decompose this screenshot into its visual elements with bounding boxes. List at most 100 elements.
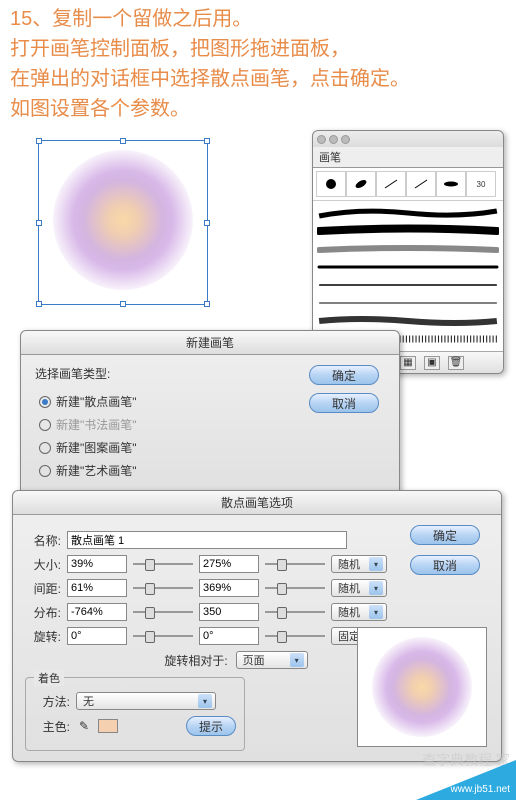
- chevron-down-icon: ▾: [290, 653, 304, 667]
- cancel-button[interactable]: 取消: [309, 393, 379, 413]
- brush-stroke-preview[interactable]: [317, 241, 499, 257]
- brush-preview: [357, 627, 487, 747]
- size-max-slider[interactable]: [265, 557, 325, 571]
- size-label: 大小:: [25, 556, 61, 573]
- resize-handle[interactable]: [36, 301, 42, 307]
- scatter-brush-options-dialog: 散点画笔选项 名称: 大小: 随机▾ 间距: 随机▾: [12, 490, 502, 762]
- brush-thumb[interactable]: [376, 171, 406, 197]
- radio-icon: [39, 442, 51, 454]
- spacing-label: 间距:: [25, 580, 61, 597]
- scatter-label: 分布:: [25, 604, 61, 621]
- chevron-down-icon: ▾: [198, 694, 212, 708]
- scatter-min-slider[interactable]: [133, 605, 193, 619]
- zoom-icon[interactable]: [341, 135, 350, 144]
- spacing-max-slider[interactable]: [265, 581, 325, 595]
- size-max-input[interactable]: [199, 555, 259, 573]
- brush-stroke-list: [313, 201, 503, 351]
- resize-handle[interactable]: [204, 138, 210, 144]
- tutorial-instructions: 15、复制一个留做之后用。 打开画笔控制面板，把图形拖进面板， 在弹出的对话框中…: [0, 0, 516, 132]
- rotation-max-input[interactable]: [199, 627, 259, 645]
- panel-titlebar[interactable]: [313, 131, 503, 147]
- new-brush-icon[interactable]: ▣: [424, 356, 440, 370]
- resize-handle[interactable]: [204, 220, 210, 226]
- canvas-artwork[interactable]: [38, 140, 218, 320]
- brush-stroke-preview[interactable]: [317, 223, 499, 239]
- new-brush-icon[interactable]: ▦: [400, 356, 416, 370]
- watermark: 查字典教程 家 www.jb51.net: [396, 750, 516, 800]
- size-min-input[interactable]: [67, 555, 127, 573]
- brush-stroke-preview[interactable]: [317, 295, 499, 311]
- spacing-min-slider[interactable]: [133, 581, 193, 595]
- ok-button[interactable]: 确定: [410, 525, 480, 545]
- brush-thumb[interactable]: 30: [466, 171, 496, 197]
- eyedropper-icon[interactable]: ✎: [76, 719, 92, 733]
- minimize-icon[interactable]: [329, 135, 338, 144]
- rotation-min-slider[interactable]: [133, 629, 193, 643]
- brush-stroke-preview[interactable]: [317, 277, 499, 293]
- instruction-line: 15、复制一个留做之后用。: [10, 4, 506, 34]
- key-color-label: 主色:: [34, 718, 70, 735]
- chevron-down-icon: ▾: [369, 581, 383, 595]
- rotation-relative-select[interactable]: 页面▾: [236, 651, 308, 669]
- instruction-line: 如图设置各个参数。: [10, 94, 506, 124]
- radio-group-label: 选择画笔类型:: [31, 365, 299, 386]
- spacing-max-input[interactable]: [199, 579, 259, 597]
- resize-handle[interactable]: [36, 220, 42, 226]
- resize-handle[interactable]: [204, 301, 210, 307]
- scatter-max-slider[interactable]: [265, 605, 325, 619]
- brush-stroke-preview[interactable]: [317, 259, 499, 275]
- dialog-title: 新建画笔: [21, 331, 399, 355]
- chevron-down-icon: ▾: [369, 557, 383, 571]
- rotation-min-input[interactable]: [67, 627, 127, 645]
- scatter-max-input[interactable]: [199, 603, 259, 621]
- radio-pattern-brush[interactable]: 新建"图案画笔": [31, 436, 299, 459]
- method-select[interactable]: 无▾: [76, 692, 216, 710]
- close-icon[interactable]: [317, 135, 326, 144]
- spacing-mode-select[interactable]: 随机▾: [331, 579, 387, 597]
- size-mode-select[interactable]: 随机▾: [331, 555, 387, 573]
- tips-button[interactable]: 提示: [186, 716, 236, 736]
- preview-blob: [372, 637, 472, 737]
- brush-stroke-preview[interactable]: [317, 313, 499, 329]
- name-input[interactable]: [67, 531, 347, 549]
- cancel-button[interactable]: 取消: [410, 555, 480, 575]
- dialog-title: 散点画笔选项: [13, 491, 501, 515]
- brush-thumb[interactable]: [316, 171, 346, 197]
- rotation-label: 旋转:: [25, 628, 61, 645]
- key-color-swatch[interactable]: [98, 719, 118, 733]
- radio-art-brush[interactable]: 新建"艺术画笔": [31, 459, 299, 482]
- brush-size-label: 30: [477, 180, 486, 189]
- radio-scatter-brush[interactable]: 新建"散点画笔": [31, 390, 299, 413]
- selection-box[interactable]: [38, 140, 208, 305]
- chevron-down-icon: ▾: [369, 605, 383, 619]
- resize-handle[interactable]: [120, 301, 126, 307]
- size-min-slider[interactable]: [133, 557, 193, 571]
- delete-brush-icon[interactable]: 🗑: [448, 356, 464, 370]
- instruction-line: 打开画笔控制面板，把图形拖进面板，: [10, 34, 506, 64]
- rotation-relative-label: 旋转相对于:: [164, 652, 227, 669]
- radio-icon: [39, 419, 51, 431]
- new-brush-dialog: 新建画笔 选择画笔类型: 新建"散点画笔" 新建"书法画笔" 新建"图案画笔" …: [20, 330, 400, 497]
- tab-brushes[interactable]: 画笔: [313, 147, 503, 168]
- rotation-max-slider[interactable]: [265, 629, 325, 643]
- brush-thumb[interactable]: [436, 171, 466, 197]
- scatter-min-input[interactable]: [67, 603, 127, 621]
- radio-icon: [39, 465, 51, 477]
- ok-button[interactable]: 确定: [309, 365, 379, 385]
- name-label: 名称:: [25, 532, 61, 549]
- instruction-line: 在弹出的对话框中选择散点画笔，点击确定。: [10, 64, 506, 94]
- brush-thumb[interactable]: [406, 171, 436, 197]
- spacing-min-input[interactable]: [67, 579, 127, 597]
- resize-handle[interactable]: [36, 138, 42, 144]
- brush-thumbnail-grid: 30: [313, 168, 503, 201]
- brush-stroke-preview[interactable]: [317, 205, 499, 221]
- scatter-mode-select[interactable]: 随机▾: [331, 603, 387, 621]
- method-label: 方法:: [34, 693, 70, 710]
- colorization-label: 着色: [34, 670, 64, 686]
- brush-thumb[interactable]: [346, 171, 376, 197]
- radio-icon: [39, 396, 51, 408]
- window-controls: [317, 135, 350, 144]
- brush-type-radio-group: 新建"散点画笔" 新建"书法画笔" 新建"图案画笔" 新建"艺术画笔": [31, 386, 299, 486]
- resize-handle[interactable]: [120, 138, 126, 144]
- colorization-group: 着色 方法: 无▾ 主色: ✎ 提示: [25, 677, 245, 751]
